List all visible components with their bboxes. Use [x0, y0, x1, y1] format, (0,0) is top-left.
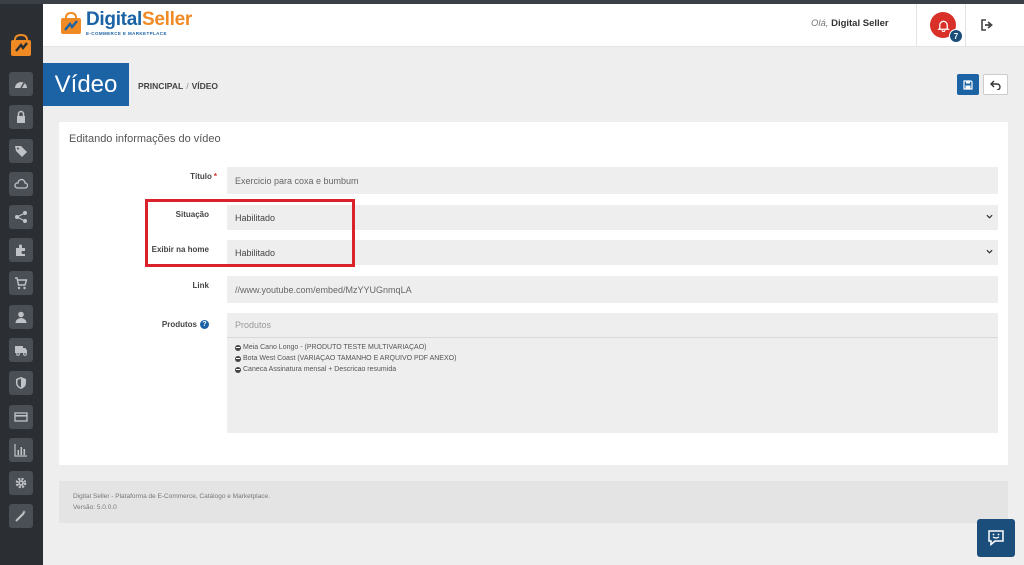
page-title: Vídeo — [43, 63, 129, 106]
top-header: DigitalSeller E-COMMERCE E MARKETPLACE O… — [43, 4, 1024, 47]
breadcrumb-separator: / — [186, 81, 189, 91]
list-item: Meia Cano Longo - (PRODUTO TESTE MULTIVA… — [235, 342, 990, 353]
footer-copyright: Digital Seller - Plataforma de E-Commerc… — [73, 493, 270, 500]
dashboard-icon — [15, 82, 27, 89]
undo-arrow-icon — [990, 80, 1001, 90]
sidebar-item-lock[interactable] — [9, 105, 33, 129]
puzzle-icon — [16, 244, 25, 256]
sidebar-item-user[interactable] — [9, 305, 33, 329]
cloud-icon — [14, 178, 28, 189]
back-button[interactable] — [983, 74, 1008, 95]
header-divider — [916, 4, 917, 47]
shopping-bag-logo-icon — [61, 11, 81, 34]
footer-version: Versão: 5.0.0.0 — [73, 504, 117, 511]
lock-icon — [17, 110, 25, 123]
sidebar-item-shield[interactable] — [9, 371, 33, 395]
annotation-highlight-box — [145, 199, 355, 267]
remove-circle-icon[interactable] — [235, 366, 241, 373]
shield-icon — [16, 377, 26, 389]
help-icon[interactable]: ? — [200, 320, 209, 330]
logout-icon — [981, 19, 993, 31]
user-greeting[interactable]: Olá, Digital Seller — [811, 18, 889, 29]
sidebar-item-puzzle[interactable] — [9, 238, 33, 262]
sidebar-item-settings[interactable] — [9, 471, 33, 495]
breadcrumb-item-video: VÍDEO — [191, 81, 219, 91]
chat-bubble-icon — [988, 530, 1004, 547]
save-button[interactable] — [957, 74, 979, 95]
breadcrumb-item-principal[interactable]: PRINCIPAL — [138, 81, 183, 91]
sidebar-item-truck[interactable] — [9, 338, 33, 362]
titulo-label: Título * — [190, 172, 217, 181]
credit-card-icon — [14, 412, 28, 422]
app-logo-icon[interactable] — [8, 32, 34, 58]
link-label: Link — [192, 281, 209, 290]
notifications-badge: 7 — [949, 29, 963, 43]
required-mark: * — [213, 172, 217, 181]
produtos-label: Produtos? — [99, 320, 209, 330]
bell-icon — [936, 20, 950, 32]
remove-circle-icon[interactable] — [235, 344, 241, 351]
chat-button[interactable] — [977, 519, 1015, 557]
sidebar-item-cloud[interactable] — [9, 172, 33, 196]
sidebar-item-credit-card[interactable] — [9, 405, 33, 429]
logout-button[interactable] — [980, 18, 994, 32]
sidebar-item-cart[interactable] — [9, 271, 33, 295]
brand-tagline: E-COMMERCE E MARKETPLACE — [86, 31, 167, 36]
footer: Digital Seller - Plataforma de E-Commerc… — [59, 481, 1008, 523]
magic-wand-icon — [15, 510, 27, 522]
sidebar — [0, 4, 43, 565]
bar-chart-icon — [14, 444, 27, 457]
titulo-input[interactable]: Exercicio para coxa e bumbum — [227, 167, 998, 194]
sidebar-item-share[interactable] — [9, 205, 33, 229]
chevron-down-icon — [986, 249, 993, 254]
produtos-selected-list: Meia Cano Longo - (PRODUTO TESTE MULTIVA… — [227, 337, 998, 433]
scrollbar[interactable] — [1016, 48, 1024, 565]
brand-accent: Seller — [141, 9, 192, 30]
share-icon — [15, 211, 27, 223]
video-form-card: Editando informações do vídeo Título * Ex… — [59, 122, 1008, 465]
form-heading: Editando informações do vídeo — [69, 133, 221, 145]
cart-icon — [15, 277, 28, 290]
greeting-prefix: Olá, — [811, 18, 829, 29]
main-area: DigitalSeller E-COMMERCE E MARKETPLACE O… — [43, 4, 1024, 565]
chevron-down-icon — [986, 214, 993, 219]
remove-circle-icon[interactable] — [235, 355, 241, 362]
produtos-search-input[interactable]: Produtos — [227, 313, 998, 337]
list-item: Caneca Assinatura mensal + Descricao res… — [235, 364, 990, 375]
header-divider — [965, 4, 966, 47]
sidebar-item-bar-chart[interactable] — [9, 438, 33, 462]
tags-icon — [15, 146, 27, 157]
user-name: Digital Seller — [831, 18, 889, 29]
user-icon — [15, 311, 27, 323]
truck-icon — [15, 346, 27, 356]
breadcrumb: PRINCIPAL / VÍDEO — [138, 81, 218, 91]
gear-icon — [15, 477, 27, 489]
sidebar-item-tags[interactable] — [9, 139, 33, 163]
link-input[interactable]: //www.youtube.com/embed/MzYYUGnmqLA — [227, 276, 998, 303]
brand-logo[interactable]: DigitalSeller E-COMMERCE E MARKETPLACE — [59, 10, 192, 36]
brand-main: Digital — [86, 9, 142, 30]
sidebar-item-tools[interactable] — [9, 504, 33, 528]
sidebar-item-dashboard[interactable] — [9, 72, 33, 96]
list-item: Bota West Coast (VARIAÇAO TAMANHO E ARQU… — [235, 353, 990, 364]
floppy-disk-icon — [963, 79, 973, 90]
